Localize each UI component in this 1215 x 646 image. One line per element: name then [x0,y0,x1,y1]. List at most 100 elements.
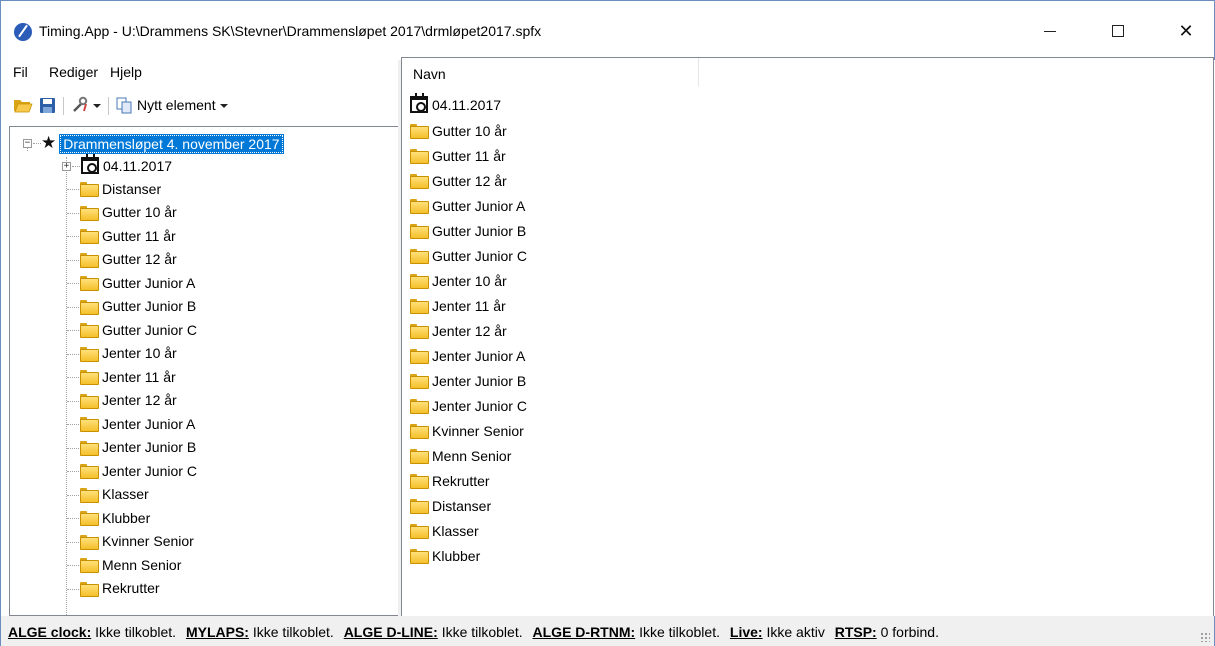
tree-node[interactable]: Jenter 11 år [80,365,176,388]
list-item[interactable]: Jenter Junior B [410,369,526,392]
open-button[interactable] [13,94,33,116]
toolbar: Nytt element [1,91,399,119]
tree-node[interactable]: Jenter 12 år [80,389,177,412]
folder-icon [410,424,429,439]
tree-node[interactable]: Jenter Junior C [80,459,197,482]
list-item[interactable]: Jenter 12 år [410,319,507,342]
mylaps-status: Ikke tilkoblet. [252,624,334,640]
tree-node[interactable]: Rekrutter [80,577,160,600]
tree-node[interactable]: Jenter Junior B [80,436,196,459]
list-item[interactable]: Jenter Junior C [410,394,527,417]
tree-guide-line [67,283,79,284]
maximize-button[interactable] [1095,1,1141,61]
list-item[interactable]: Kvinner Senior [410,419,524,442]
list-item-label: Gutter Junior B [432,222,527,239]
alge-clock-link[interactable]: ALGE clock: [8,624,91,640]
list-item-label: Jenter 10 år [432,272,507,289]
list-item[interactable]: Klubber [410,544,480,567]
list-item-label: Gutter 11 år [432,147,506,164]
tree-node-label: Gutter Junior A [102,274,196,291]
title-bar[interactable]: Timing.App - U:\Drammens SK\Stevner\Dram… [0,0,1215,60]
mylaps-link[interactable]: MYLAPS: [186,624,249,640]
tree-expand-toggle[interactable]: + [62,162,71,171]
folder-icon [80,534,99,550]
tree-collapse-toggle[interactable]: − [23,139,32,148]
list-item[interactable]: Menn Senior [410,444,511,467]
tree-node[interactable]: Gutter Junior A [80,271,195,294]
tree-node-label: Gutter Junior C [102,321,197,338]
tree-guide-line [67,377,79,378]
tree-node[interactable]: Gutter 11 år [80,224,176,247]
column-header-navn[interactable]: Navn [402,58,699,87]
tree-guide-line [72,166,80,167]
tree-node-date[interactable]: 04.11.2017 [81,154,172,177]
tree-node[interactable]: Gutter Junior B [80,295,196,318]
folder-icon [80,440,99,456]
close-button[interactable]: ✕ [1163,1,1209,61]
tree-view[interactable]: − ★ Drammensløpet 4. november 2017 + 04.… [9,126,399,619]
status-bar: ALGE clock: Ikke tilkoblet. MYLAPS: Ikke… [0,616,1215,646]
list-item[interactable]: Gutter 10 år [410,119,507,142]
list-item[interactable]: Gutter Junior C [410,244,527,267]
tree-guide-line [67,306,79,308]
folder-open-icon [14,100,33,113]
tree-node-root[interactable]: ★ Drammensløpet 4. november 2017 [41,132,284,155]
list-item-label: Jenter Junior C [432,397,527,414]
folder-icon [410,224,429,239]
list-item-label: Klubber [432,547,481,564]
list-item[interactable]: Gutter 11 år [410,144,506,167]
tree-node-label: Jenter 12 år [102,392,177,408]
list-item-date[interactable]: 04.11.2017 [410,93,501,116]
tools-dropdown-button[interactable] [71,94,101,116]
folder-icon [80,346,99,362]
tree-node[interactable]: Klubber [80,506,150,529]
tree-node-label: Jenter 10 år [102,345,177,361]
tree-node-label: Klubber [102,509,151,526]
tree-node[interactable]: Gutter 12 år [80,248,177,271]
list-item[interactable]: Jenter 11 år [410,294,506,317]
rtsp-link[interactable]: RTSP: [835,624,877,640]
tree-node[interactable]: Distanser [80,177,161,200]
tree-node[interactable]: Klasser [80,483,149,506]
folder-icon [80,558,99,573]
list-item-label: Rekrutter [432,472,490,489]
tree-node-label: Rekrutter [102,580,160,596]
menu-fil[interactable]: Fil [13,64,28,80]
list-item[interactable]: Distanser [410,494,491,517]
list-item[interactable]: Jenter Junior A [410,344,525,367]
tree-node[interactable]: Jenter Junior A [80,412,195,435]
alge-drtnm-link[interactable]: ALGE D-RTNM: [533,624,636,640]
tree-guide-line [67,353,79,355]
list-item-label: Distanser [432,497,492,514]
calendar-icon [410,93,428,113]
list-item[interactable]: Jenter 10 år [410,269,507,292]
tree-node[interactable]: Gutter 10 år [80,201,177,224]
tree-node[interactable]: Jenter 10 år [80,342,177,365]
chevron-down-icon [93,104,101,108]
list-item[interactable]: Gutter 12 år [410,169,507,192]
alge-dline-link[interactable]: ALGE D-LINE: [344,624,438,640]
live-link[interactable]: Live: [730,624,763,640]
folder-icon [80,511,99,526]
save-button[interactable] [39,94,56,116]
folder-icon [410,474,429,489]
list-item[interactable]: Gutter Junior A [410,194,525,217]
new-element-button[interactable]: Nytt element [116,94,228,116]
tree-guide-line [67,259,79,261]
list-item[interactable]: Klasser [410,519,479,542]
tree-node[interactable]: Gutter Junior C [80,318,197,341]
menu-hjelp[interactable]: Hjelp [110,64,142,80]
right-pane-list-view[interactable]: Navn 04.11.2017 Gutter 10 år Gutter 11 år… [401,57,1214,617]
tree-node[interactable]: Menn Senior [80,553,181,576]
list-item[interactable]: Rekrutter [410,469,490,492]
left-pane: Fil Rediger Hjelp Nytt element − ★ Dramm… [0,60,399,619]
resize-grip-icon[interactable] [1200,632,1210,642]
tree-guide-line [67,447,79,449]
folder-icon [80,370,99,385]
folder-icon [410,499,429,514]
list-item[interactable]: Gutter Junior B [410,219,526,242]
menu-rediger[interactable]: Rediger [49,64,98,80]
minimize-button[interactable] [1027,1,1073,61]
folder-icon [410,124,429,139]
tree-node[interactable]: Kvinner Senior [80,530,194,553]
